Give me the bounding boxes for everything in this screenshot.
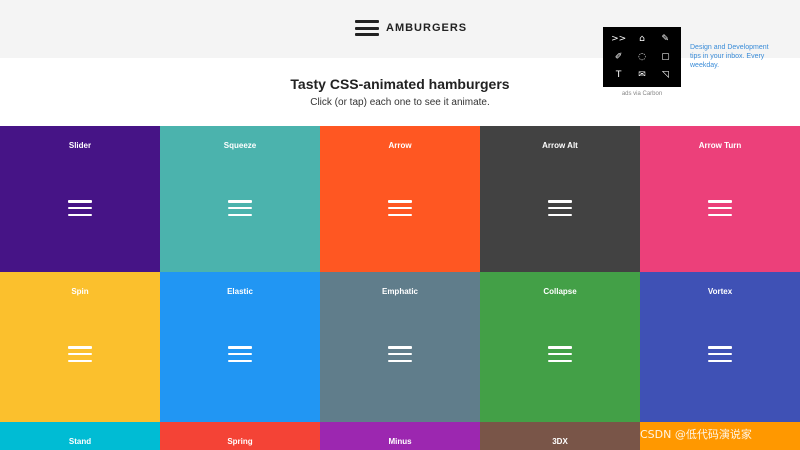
hamburger-bar xyxy=(708,214,732,217)
hamburger-icon[interactable] xyxy=(548,200,572,216)
tile-label: 3DX xyxy=(480,437,640,446)
tile-label: Elastic xyxy=(160,287,320,296)
hamburger-tile[interactable]: Elastic xyxy=(160,272,320,422)
hamburger-icon[interactable] xyxy=(388,200,412,216)
carbon-via-link[interactable]: ads via Carbon xyxy=(603,91,681,97)
hamburger-bar xyxy=(548,200,572,203)
hamburger-icon[interactable] xyxy=(228,346,252,362)
hamburger-bar xyxy=(708,346,732,349)
hamburger-bar xyxy=(228,214,252,217)
hamburger-tile[interactable]: Emphatic xyxy=(320,272,480,422)
hamburger-bar xyxy=(548,360,572,363)
hamburger-bar xyxy=(548,207,572,210)
hamburger-bar xyxy=(68,360,92,363)
ad-icon-2: ⌂ xyxy=(630,30,653,48)
ad-icon-5: ◌ xyxy=(630,48,653,66)
ad-icon-8: ✉ xyxy=(630,66,653,84)
hamburger-bar xyxy=(708,353,732,356)
hamburger-bar xyxy=(708,200,732,203)
hamburger-bar xyxy=(388,200,412,203)
hamburger-bar xyxy=(68,207,92,210)
tile-label: Vortex xyxy=(640,287,800,296)
hamburger-tile[interactable]: Squeeze xyxy=(160,126,320,272)
ad-icon-7: T xyxy=(607,66,630,84)
hamburger-bar xyxy=(68,200,92,203)
tile-label: Arrow Alt xyxy=(480,141,640,150)
hamburger-bar xyxy=(228,353,252,356)
tile-label: Spring xyxy=(160,437,320,446)
hamburger-bar xyxy=(548,214,572,217)
hamburger-tile[interactable]: Minus xyxy=(320,422,480,450)
hamburger-bar xyxy=(228,360,252,363)
hamburger-grid: SliderSqueezeArrowArrow AltArrow Turn Spi… xyxy=(0,126,800,450)
hamburger-icon[interactable] xyxy=(68,200,92,216)
hamburger-tile[interactable]: 3DX xyxy=(480,422,640,450)
hamburger-icon[interactable] xyxy=(228,200,252,216)
hamburger-bar xyxy=(388,360,412,363)
hamburger-tile[interactable]: Spring xyxy=(160,422,320,450)
ad-icon-6: ▢ xyxy=(654,48,677,66)
hamburger-bar xyxy=(228,346,252,349)
tile-label: Stand xyxy=(0,437,160,446)
hamburger-tile[interactable]: Collapse xyxy=(480,272,640,422)
carbon-ad-link[interactable]: Design and Development tips in your inbo… xyxy=(690,43,780,70)
tile-label: Slider xyxy=(0,141,160,150)
hamburger-tile[interactable]: Vortex xyxy=(640,272,800,422)
hamburger-bar xyxy=(228,207,252,210)
hamburger-bar xyxy=(68,214,92,217)
tile-label: Minus xyxy=(320,437,480,446)
hamburger-bar xyxy=(548,353,572,356)
hamburger-tile[interactable]: Spin xyxy=(0,272,160,422)
hamburger-bar xyxy=(388,353,412,356)
hamburger-icon xyxy=(355,20,379,36)
hamburger-bar xyxy=(548,346,572,349)
tile-label: Squeeze xyxy=(160,141,320,150)
hamburger-icon[interactable] xyxy=(548,346,572,362)
brand-logo[interactable]: AMBURGERS xyxy=(355,19,467,37)
hamburger-icon[interactable] xyxy=(708,346,732,362)
hamburger-bar xyxy=(708,207,732,210)
hamburger-bar xyxy=(68,346,92,349)
hamburger-tile[interactable]: Arrow Turn xyxy=(640,126,800,272)
hamburger-icon[interactable] xyxy=(68,346,92,362)
ad-icon-9: ◹ xyxy=(654,66,677,84)
ad-icon-3: ✎ xyxy=(654,30,677,48)
hamburger-icon[interactable] xyxy=(708,200,732,216)
tile-label: Arrow Turn xyxy=(640,141,800,150)
hamburger-tile[interactable]: Slider xyxy=(0,126,160,272)
hamburger-bar xyxy=(68,353,92,356)
ad-icon-4: ✐ xyxy=(607,48,630,66)
hamburger-bar xyxy=(388,207,412,210)
ad-icon-1: >> xyxy=(607,30,630,48)
brand-text: AMBURGERS xyxy=(386,22,467,34)
hamburger-tile[interactable]: Arrow xyxy=(320,126,480,272)
hamburger-bar xyxy=(708,360,732,363)
hamburger-bar xyxy=(388,346,412,349)
tile-label: Emphatic xyxy=(320,287,480,296)
tile-label: Collapse xyxy=(480,287,640,296)
hamburger-tile[interactable]: Stand xyxy=(0,422,160,450)
hamburger-bar xyxy=(228,200,252,203)
tile-label: Spin xyxy=(0,287,160,296)
page-subtitle: Click (or tap) each one to see it animat… xyxy=(0,97,800,108)
watermark: CSDN @低代码演说家 xyxy=(640,426,752,442)
hamburger-icon[interactable] xyxy=(388,346,412,362)
tile-label: Arrow xyxy=(320,141,480,150)
hamburger-bar xyxy=(388,214,412,217)
carbon-ad-image[interactable]: >> ⌂ ✎ ✐ ◌ ▢ T ✉ ◹ xyxy=(603,27,681,87)
hamburger-tile[interactable]: Arrow Alt xyxy=(480,126,640,272)
